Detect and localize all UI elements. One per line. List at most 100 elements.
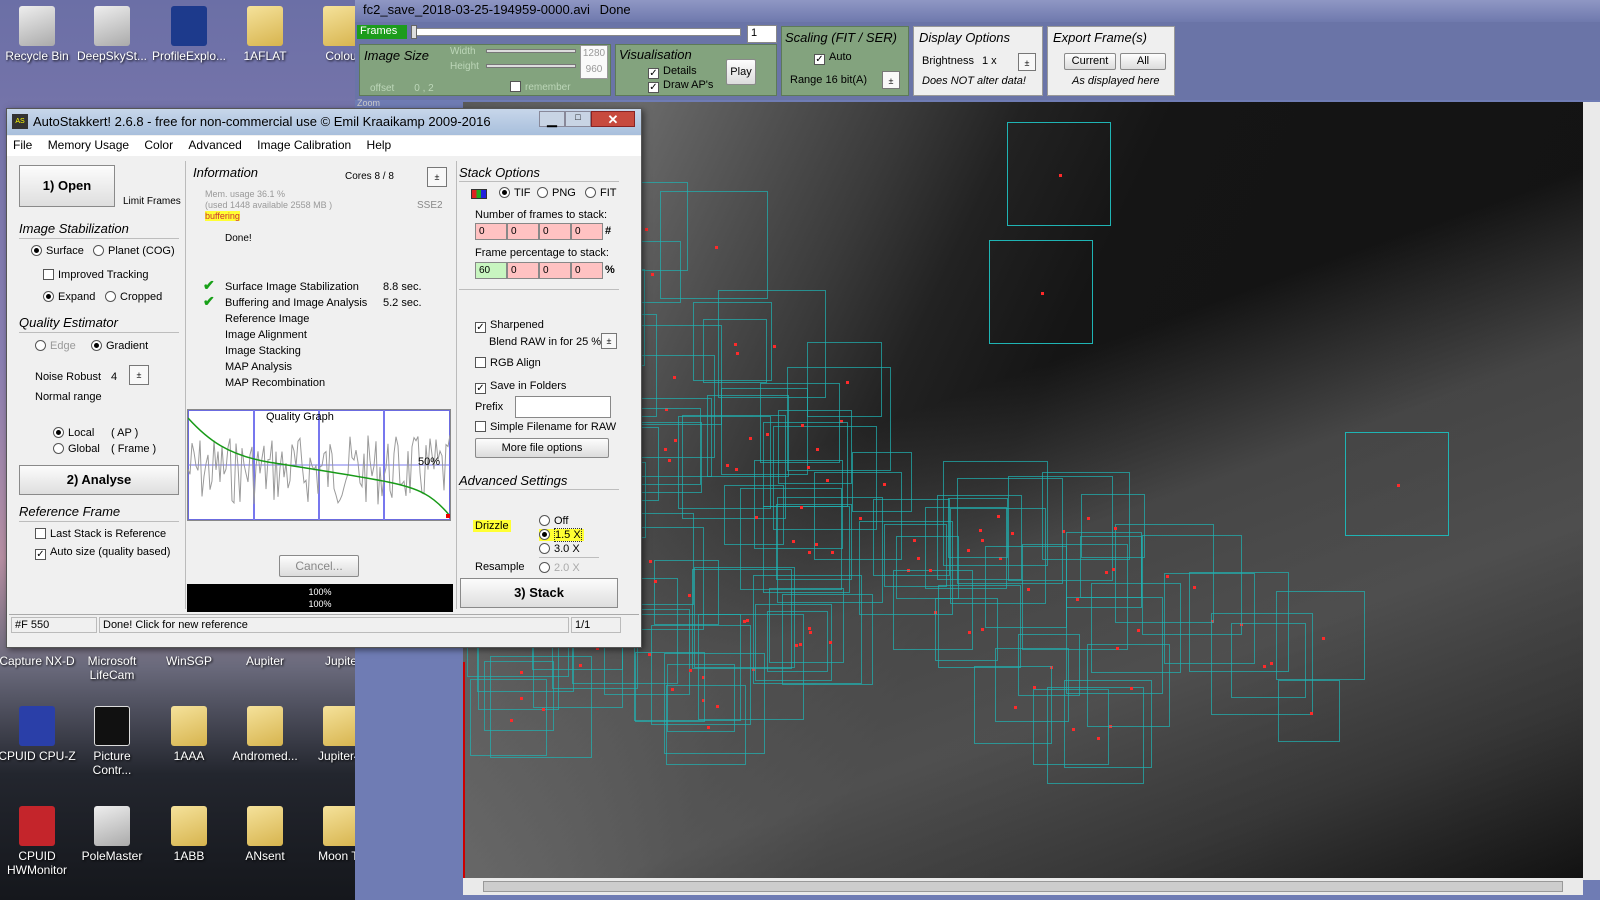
stack-button[interactable]: 3) Stack — [460, 578, 618, 608]
brightness-adjust-button[interactable]: ± — [1018, 53, 1036, 71]
step-label: MAP Recombination — [225, 377, 326, 389]
desktop-icon-ansent[interactable]: ANsent — [226, 806, 304, 863]
desktop-icon-cpu-z[interactable]: CPUID CPU-Z — [0, 706, 76, 763]
menu-file[interactable]: File — [13, 138, 32, 152]
remember-checkbox[interactable]: remember — [510, 81, 571, 93]
range-adjust-button[interactable]: ± — [882, 71, 900, 89]
drizzle-1-5x-radio[interactable]: 1.5 X — [539, 528, 584, 542]
num-frames-input-1[interactable]: 0 — [475, 223, 507, 240]
frames-slider-thumb[interactable] — [411, 25, 417, 39]
desktop-icon-hwmonitor[interactable]: CPUID HWMonitor — [0, 806, 76, 877]
desktop-icon-polemaster[interactable]: PoleMaster — [73, 806, 151, 863]
auto-checkbox[interactable]: ✓ Auto — [814, 51, 852, 65]
resample-2x-radio[interactable]: 2.0 X — [539, 562, 580, 574]
tif-radio[interactable]: TIF — [499, 187, 531, 199]
desktop-icon-1aflat[interactable]: 1AFLAT — [226, 6, 304, 63]
width-slider[interactable] — [486, 49, 576, 53]
gradient-radio[interactable]: Gradient — [91, 340, 148, 352]
vertical-scrollbar[interactable] — [1583, 102, 1600, 880]
desktop-icon-picture-control[interactable]: Picture Contr... — [73, 706, 151, 777]
prefix-input[interactable] — [515, 396, 611, 418]
height-slider[interactable] — [486, 64, 576, 68]
export-all-button[interactable]: All — [1120, 53, 1166, 70]
auto-size-checkbox[interactable]: ✓ Auto size (quality based) — [35, 546, 170, 560]
play-button[interactable]: Play — [726, 59, 756, 85]
close-icon[interactable]: ✕ — [591, 111, 635, 127]
ap-dot — [715, 246, 718, 249]
frame-pct-input-1[interactable]: 60 — [475, 262, 507, 279]
ap-dot — [980, 627, 984, 631]
export-current-button[interactable]: Current — [1064, 53, 1116, 70]
reference-frame-title: Reference Frame — [19, 504, 121, 519]
status-bar: #F 550 Done! Click for new reference 1/1 — [9, 614, 639, 634]
num-frames-input-4[interactable]: 0 — [571, 223, 603, 240]
zoom-label: Zoom — [357, 98, 381, 108]
maximize-icon[interactable]: □ — [565, 111, 591, 127]
analyse-button[interactable]: 2) Analyse — [19, 465, 179, 495]
surface-radio[interactable]: Surface — [31, 245, 84, 257]
noise-robust-adjust-button[interactable]: ± — [129, 365, 149, 385]
planet-cog-radio[interactable]: Planet (COG) — [93, 245, 175, 257]
desktop-icon-1aaa[interactable]: 1AAA — [150, 706, 228, 763]
sharpened-checkbox[interactable]: ✓ Sharpened — [475, 319, 544, 333]
frame-pct-input-3[interactable]: 0 — [539, 262, 571, 279]
menu-memory-usage[interactable]: Memory Usage — [48, 138, 129, 152]
cropped-radio[interactable]: Cropped — [105, 291, 162, 303]
blend-raw-adjust-button[interactable]: ± — [601, 333, 617, 349]
cancel-button[interactable]: Cancel... — [279, 555, 359, 577]
ap-dot — [653, 579, 657, 583]
status-message[interactable]: Done! Click for new reference — [99, 617, 569, 633]
step-time: 5.2 sec. — [383, 297, 422, 309]
edge-radio[interactable]: Edge — [35, 340, 76, 352]
horizontal-scrollbar[interactable] — [463, 878, 1583, 895]
menu-help[interactable]: Help — [367, 138, 392, 152]
menu-advanced[interactable]: Advanced — [188, 138, 241, 152]
desktop-icon-recycle-bin[interactable]: Recycle Bin — [0, 6, 76, 63]
drizzle-3x-radio[interactable]: 3.0 X — [539, 543, 580, 555]
ap-dot — [883, 483, 886, 486]
menu-image-calibration[interactable]: Image Calibration — [257, 138, 351, 152]
last-stack-reference-checkbox[interactable]: Last Stack is Reference — [35, 528, 166, 540]
open-button[interactable]: 1) Open — [19, 165, 115, 207]
folder-icon — [247, 6, 283, 46]
expand-radio[interactable]: Expand — [43, 291, 95, 303]
hwmonitor-icon — [19, 806, 55, 846]
drizzle-off-radio[interactable]: Off — [539, 515, 568, 527]
details-checkbox[interactable]: ✓ Details — [648, 65, 697, 79]
desktop-icon-winsgp[interactable]: WinSGP — [150, 654, 228, 668]
num-frames-input-2[interactable]: 0 — [507, 223, 539, 240]
ap-dot — [928, 568, 932, 572]
improved-tracking-checkbox[interactable]: Improved Tracking — [43, 269, 148, 281]
ap-box — [989, 240, 1093, 344]
more-file-options-button[interactable]: More file options — [475, 438, 609, 458]
desktop-icon-1abb[interactable]: 1ABB — [150, 806, 228, 863]
frame-pct-input-4[interactable]: 0 — [571, 262, 603, 279]
save-in-folders-checkbox[interactable]: ✓ Save in Folders — [475, 380, 566, 394]
frame-number-input[interactable]: 1 — [747, 25, 777, 43]
menu-color[interactable]: Color — [144, 138, 173, 152]
progress-panel: 100% 100% — [187, 584, 453, 612]
app-logo-icon: AS — [12, 114, 28, 129]
desktop-icon-profileexplorer[interactable]: ProfileExplo... — [150, 6, 228, 63]
frames-slider[interactable] — [411, 28, 741, 36]
ap-dot — [1115, 646, 1119, 650]
png-radio[interactable]: PNG — [537, 187, 576, 199]
frame-pct-input-2[interactable]: 0 — [507, 262, 539, 279]
pct-symbol-label: % — [605, 264, 615, 276]
draw-aps-checkbox[interactable]: ✓ Draw AP's — [648, 79, 713, 93]
desktop-icon-lifecam[interactable]: Microsoft LifeCam — [73, 654, 151, 682]
desktop-icon-aupiter[interactable]: Aupiter — [226, 654, 304, 668]
width-label: Width — [450, 46, 476, 57]
fit-radio[interactable]: FIT — [585, 187, 617, 199]
desktop-icon-deepskystacker[interactable]: DeepSkySt... — [73, 6, 151, 63]
minimize-icon[interactable]: ▁ — [539, 111, 565, 127]
num-frames-input-3[interactable]: 0 — [539, 223, 571, 240]
global-radio[interactable]: Global — [53, 443, 100, 455]
rgb-align-checkbox[interactable]: RGB Align — [475, 357, 541, 369]
simple-filename-checkbox[interactable]: Simple Filename for RAW — [475, 421, 616, 433]
desktop-icon-andromeda[interactable]: Andromed... — [226, 706, 304, 763]
local-radio[interactable]: Local — [53, 427, 94, 439]
limit-frames-label[interactable]: Limit Frames — [123, 196, 181, 207]
cores-adjust-button[interactable]: ± — [427, 167, 447, 187]
desktop-icon-capture-nx-d[interactable]: Capture NX-D — [0, 654, 76, 668]
